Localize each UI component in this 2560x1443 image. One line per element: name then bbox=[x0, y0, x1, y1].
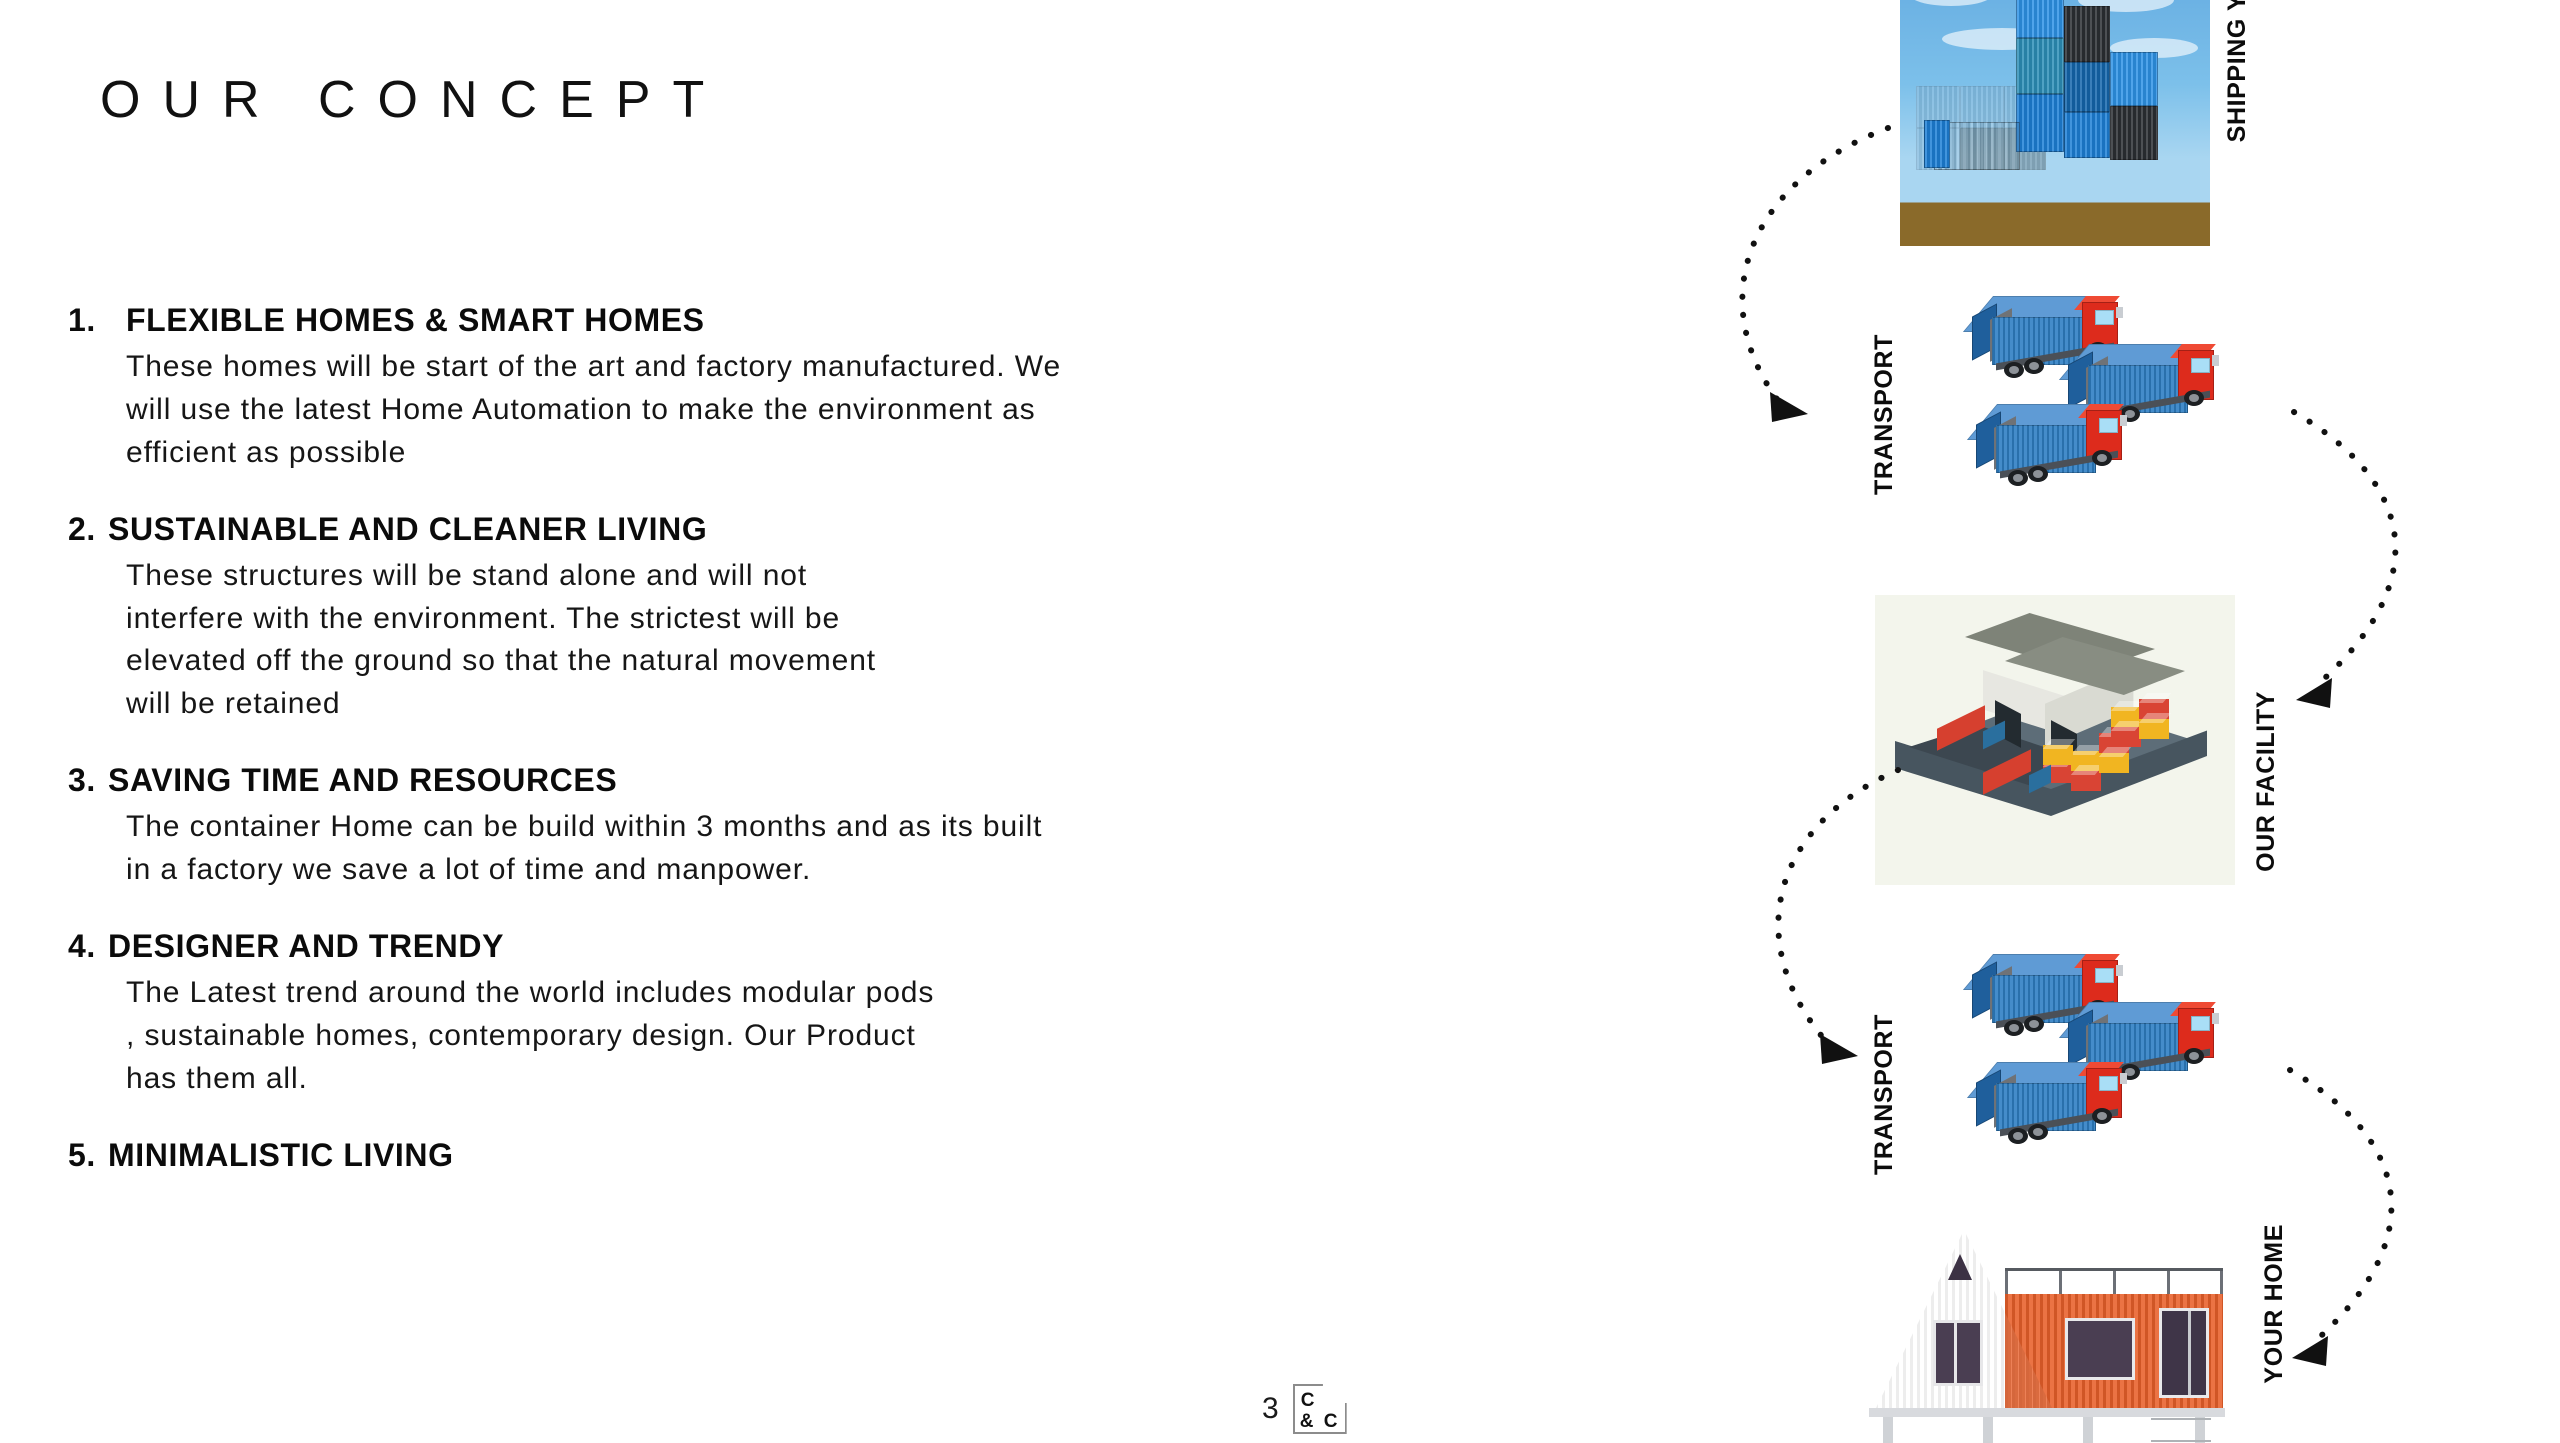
list-item: 2. SUSTAINABLE AND CLEANER LIVING These … bbox=[68, 509, 1488, 727]
list-item: 4. DESIGNER AND TRENDY The Latest trend … bbox=[68, 926, 1488, 1101]
concept-body: The container Home can be build within 3… bbox=[126, 806, 1488, 892]
concept-number: 1. bbox=[68, 302, 96, 338]
stage-label-transport-2: TRANSPORT bbox=[1870, 1014, 1898, 1175]
concept-title: SAVING TIME AND RESOURCES bbox=[108, 762, 618, 799]
concept-body: The Latest trend around the world includ… bbox=[126, 972, 1488, 1101]
body-line: These homes will be start of the art and… bbox=[126, 350, 1062, 383]
page-number: 3 bbox=[1262, 1392, 1279, 1425]
stage-label-our-facility: OUR FACILITY bbox=[2252, 691, 2280, 872]
concept-title: SUSTAINABLE AND CLEANER LIVING bbox=[108, 510, 708, 547]
flow-arrow-2-icon bbox=[2291, 409, 2399, 708]
body-line: The Latest trend around the world includ… bbox=[126, 976, 935, 1010]
flow-stage-shipping-yard: SHIPPING YARD bbox=[1900, 0, 2251, 246]
concept-number: 5. bbox=[68, 1136, 96, 1173]
body-line: interfere with the environment. The stri… bbox=[126, 601, 841, 635]
logo-glyph-ampersand: & bbox=[1299, 1411, 1314, 1432]
brand-logo-icon: C & C bbox=[1292, 1384, 1347, 1434]
concept-list: 1. FLEXIBLE HOMES & SMART HOMES These ho… bbox=[68, 300, 1488, 1209]
concept-body: These homes will be start of the art and… bbox=[126, 346, 1488, 475]
concept-heading: 5. MINIMALISTIC LIVING bbox=[68, 1135, 1488, 1175]
concept-number: 3. bbox=[68, 762, 96, 799]
body-line: elevated off the ground so that the natu… bbox=[126, 644, 877, 678]
process-flow-diagram: SHIPPING YARD TRANSPORT OUR FACILITY TRA… bbox=[1650, 0, 2560, 1443]
container-truck-icon bbox=[1966, 1056, 2149, 1160]
concept-title: DESIGNER AND TRENDY bbox=[108, 928, 505, 965]
body-line: These structures will be stand alone and… bbox=[126, 558, 808, 592]
flow-stage-transport-2: TRANSPORT bbox=[1870, 944, 2248, 1214]
body-line: The container Home can be build within 3… bbox=[126, 810, 1043, 844]
flow-stage-transport-1: TRANSPORT bbox=[1870, 286, 2248, 556]
flow-arrow-4-icon bbox=[2287, 1067, 2395, 1366]
concept-heading: 3. SAVING TIME AND RESOURCES bbox=[68, 760, 1488, 800]
shipping-containers-photo-icon bbox=[1900, 0, 2210, 246]
logo-glyph-c-top: C bbox=[1300, 1390, 1315, 1411]
body-line: has them all. bbox=[126, 1061, 308, 1095]
concept-title: MINIMALISTIC LIVING bbox=[108, 1136, 454, 1173]
stage-label-transport-1: TRANSPORT bbox=[1870, 334, 1898, 495]
body-line: in a factory we save a lot of time and m… bbox=[126, 853, 812, 887]
list-item: 3. SAVING TIME AND RESOURCES The contain… bbox=[68, 760, 1488, 892]
body-line: will use the latest Home Automation to m… bbox=[126, 392, 1036, 426]
body-line: , sustainable homes, contemporary design… bbox=[126, 1018, 916, 1052]
concept-heading: 4. DESIGNER AND TRENDY bbox=[68, 926, 1488, 966]
stage-label-shipping-yard: SHIPPING YARD bbox=[2223, 0, 2251, 143]
slide-footer: 3 C & C bbox=[1262, 1384, 1347, 1434]
concept-heading: 2. SUSTAINABLE AND CLEANER LIVING bbox=[68, 509, 1488, 549]
container-home-illustration-icon bbox=[1865, 1212, 2245, 1443]
body-line: efficient as possible bbox=[126, 435, 407, 469]
page-title: OUR CONCEPT bbox=[100, 71, 727, 129]
list-item: 1. FLEXIBLE HOMES & SMART HOMES These ho… bbox=[68, 300, 1488, 475]
logo-glyph-c-bottom: C bbox=[1323, 1411, 1338, 1432]
concept-number: 4. bbox=[68, 928, 96, 965]
list-item: 5. MINIMALISTIC LIVING bbox=[68, 1135, 1488, 1175]
body-line: will be retained bbox=[126, 687, 341, 721]
container-truck-icon bbox=[1966, 398, 2149, 502]
concept-title: FLEXIBLE HOMES & SMART HOMES bbox=[126, 302, 705, 338]
flow-stage-your-home: YOUR HOME bbox=[1865, 1212, 2288, 1443]
concept-heading: 1. FLEXIBLE HOMES & SMART HOMES bbox=[68, 300, 1488, 340]
concept-body: These structures will be stand alone and… bbox=[126, 555, 1488, 727]
stage-label-your-home: YOUR HOME bbox=[2260, 1224, 2288, 1384]
concept-number: 2. bbox=[68, 510, 96, 547]
